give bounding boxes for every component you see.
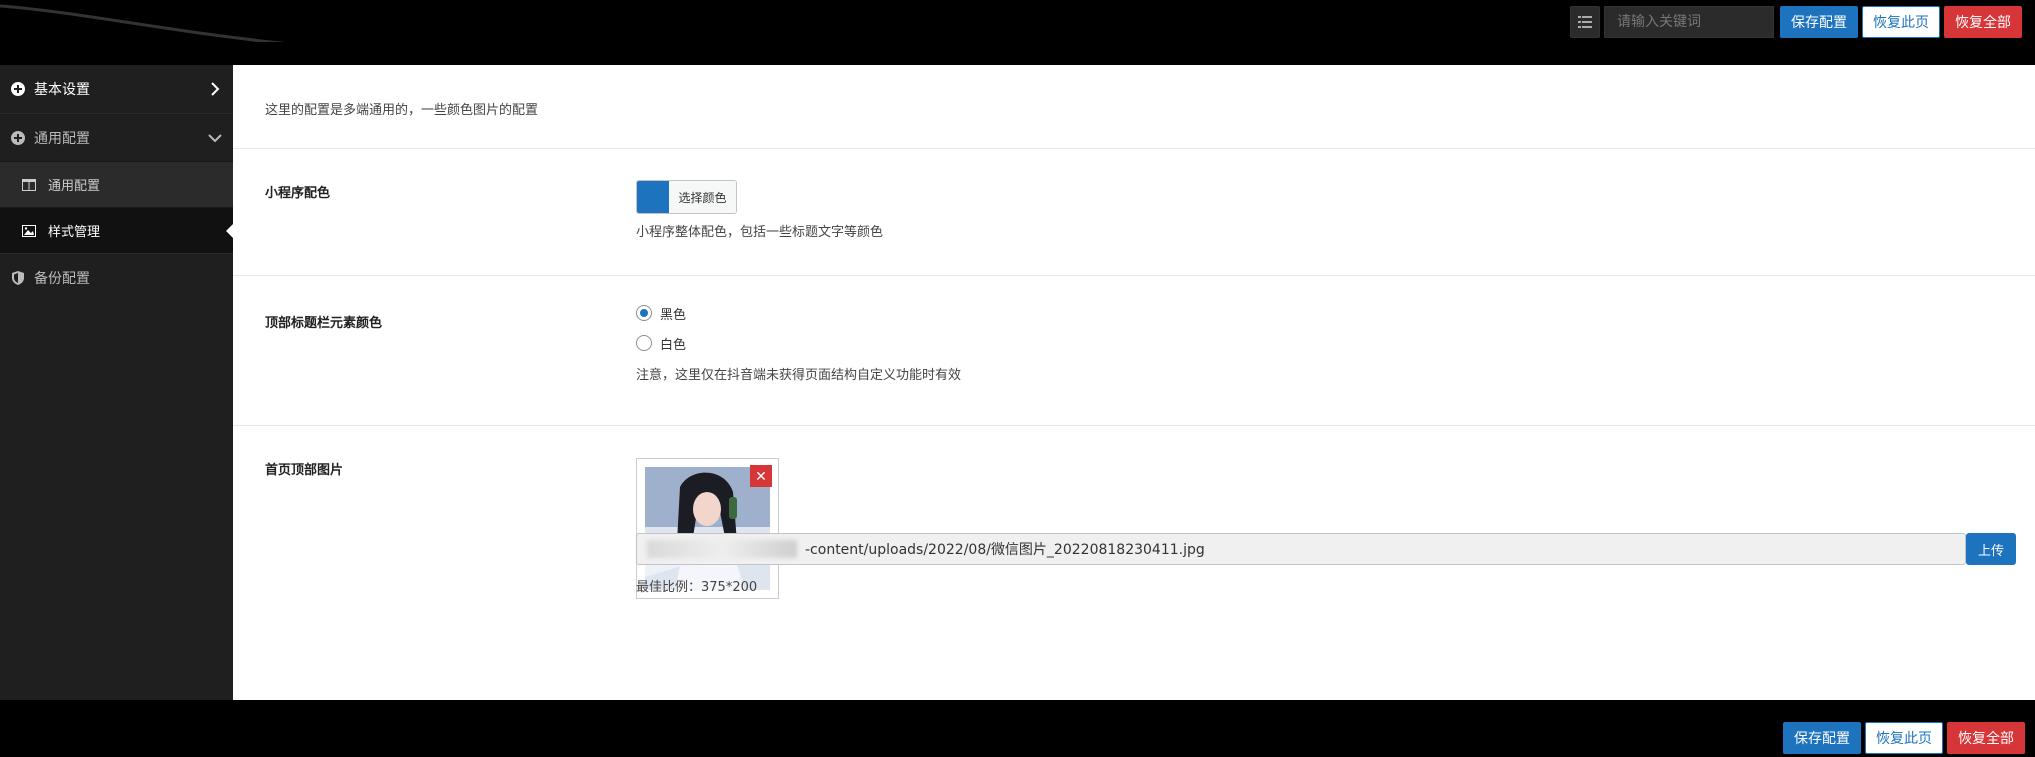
image-path-text: -content/uploads/2022/08/微信图片_2022081823… xyxy=(805,542,1205,558)
sidebar-item-basic-settings[interactable]: 基本设置 xyxy=(0,65,233,113)
miniapp-color-hint: 小程序整体配色，包括一些标题文字等颜色 xyxy=(636,225,884,240)
restore-page-button[interactable]: 恢复此页 xyxy=(1862,6,1940,38)
shield-icon xyxy=(10,270,26,286)
restore-all-button[interactable]: 恢复全部 xyxy=(1944,6,2022,38)
brush-stroke-decoration xyxy=(0,4,286,42)
page-description: 这里的配置是多端通用的，一些颜色图片的配置 xyxy=(265,103,539,118)
home-top-image-section: 首页顶部图片 ✕ -content/uploads/2022/08/微信图片_2… xyxy=(233,425,2035,700)
plus-circle-icon xyxy=(10,81,26,97)
bottom-save-button[interactable]: 保存配置 xyxy=(1783,722,1861,754)
upload-button[interactable]: 上传 xyxy=(1966,533,2016,565)
home-top-image-label: 首页顶部图片 xyxy=(265,463,344,478)
color-picker[interactable]: 选择颜色 xyxy=(636,180,737,214)
top-toolbar: 保存配置 恢复此页 恢复全部 xyxy=(1570,6,2022,38)
title-bar-color-label: 顶部标题栏元素颜色 xyxy=(265,316,383,331)
image-hint-field: 最佳比例：375*200 xyxy=(636,576,757,595)
select-color-button[interactable]: 选择颜色 xyxy=(669,181,736,213)
miniapp-color-section: 小程序配色 选择颜色 小程序整体配色，包括一些标题文字等颜色 xyxy=(233,148,2035,275)
blurred-path-prefix xyxy=(647,540,797,558)
chevron-right-icon xyxy=(211,82,220,96)
list-icon xyxy=(1578,16,1592,28)
miniapp-color-label: 小程序配色 xyxy=(265,186,331,201)
remove-image-button[interactable]: ✕ xyxy=(750,465,772,487)
columns-icon xyxy=(22,178,38,192)
sidebar: 基本设置 通用配置 通用配置 样式管理 备份配置 xyxy=(0,65,233,700)
sidebar-item-label: 备份配置 xyxy=(34,270,90,287)
radio-option-white[interactable]: 白色 xyxy=(636,330,961,356)
sidebar-item-label: 通用配置 xyxy=(34,130,90,147)
title-bar-color-hint: 注意，这里仅在抖音端未获得页面结构自定义功能时有效 xyxy=(636,368,962,383)
radio-label-black: 黑色 xyxy=(660,307,687,323)
bottom-bar: 保存配置 恢复此页 恢复全部 xyxy=(0,700,2035,757)
radio-button-black[interactable] xyxy=(636,305,652,321)
sidebar-item-general-config[interactable]: 通用配置 xyxy=(0,113,233,161)
radio-label-white: 白色 xyxy=(660,337,687,353)
close-icon: ✕ xyxy=(755,467,767,484)
image-ratio-hint: 最佳比例：375*200 xyxy=(636,580,758,595)
list-menu-button[interactable] xyxy=(1570,6,1600,38)
miniapp-color-field: 选择颜色 小程序整体配色，包括一些标题文字等颜色 xyxy=(636,180,883,240)
title-bar-color-field: 黑色 白色 注意，这里仅在抖音端未获得页面结构自定义功能时有效 xyxy=(636,300,961,383)
sidebar-item-label: 基本设置 xyxy=(34,82,90,98)
save-button[interactable]: 保存配置 xyxy=(1780,6,1858,38)
plus-circle-icon xyxy=(10,130,26,146)
radio-button-white[interactable] xyxy=(636,335,652,351)
sidebar-subitem-label: 样式管理 xyxy=(48,225,101,240)
sidebar-item-backup-config[interactable]: 备份配置 xyxy=(0,253,233,301)
sidebar-subitem-general-config[interactable]: 通用配置 xyxy=(0,161,233,207)
image-icon xyxy=(22,224,38,238)
sidebar-subitem-style-management[interactable]: 样式管理 xyxy=(0,207,233,253)
main-content: 这里的配置是多端通用的，一些颜色图片的配置 小程序配色 选择颜色 小程序整体配色… xyxy=(233,65,2035,700)
search-input[interactable] xyxy=(1604,6,1774,38)
top-bar: 保存配置 恢复此页 恢复全部 xyxy=(0,0,2035,65)
radio-option-black[interactable]: 黑色 xyxy=(636,300,961,326)
bottom-toolbar: 保存配置 恢复此页 恢复全部 xyxy=(1781,722,2025,754)
title-bar-color-section: 顶部标题栏元素颜色 黑色 白色 注意，这里仅在抖音端未获得页面结构自定义功能时有… xyxy=(233,275,2035,425)
bottom-restore-all-button[interactable]: 恢复全部 xyxy=(1947,722,2025,754)
chevron-down-icon xyxy=(208,134,222,143)
bottom-restore-page-button[interactable]: 恢复此页 xyxy=(1865,722,1943,754)
active-caret-icon xyxy=(226,224,233,238)
color-swatch[interactable] xyxy=(637,181,669,213)
sidebar-subitem-label: 通用配置 xyxy=(48,179,101,194)
image-path-input[interactable]: -content/uploads/2022/08/微信图片_2022081823… xyxy=(636,533,1966,565)
